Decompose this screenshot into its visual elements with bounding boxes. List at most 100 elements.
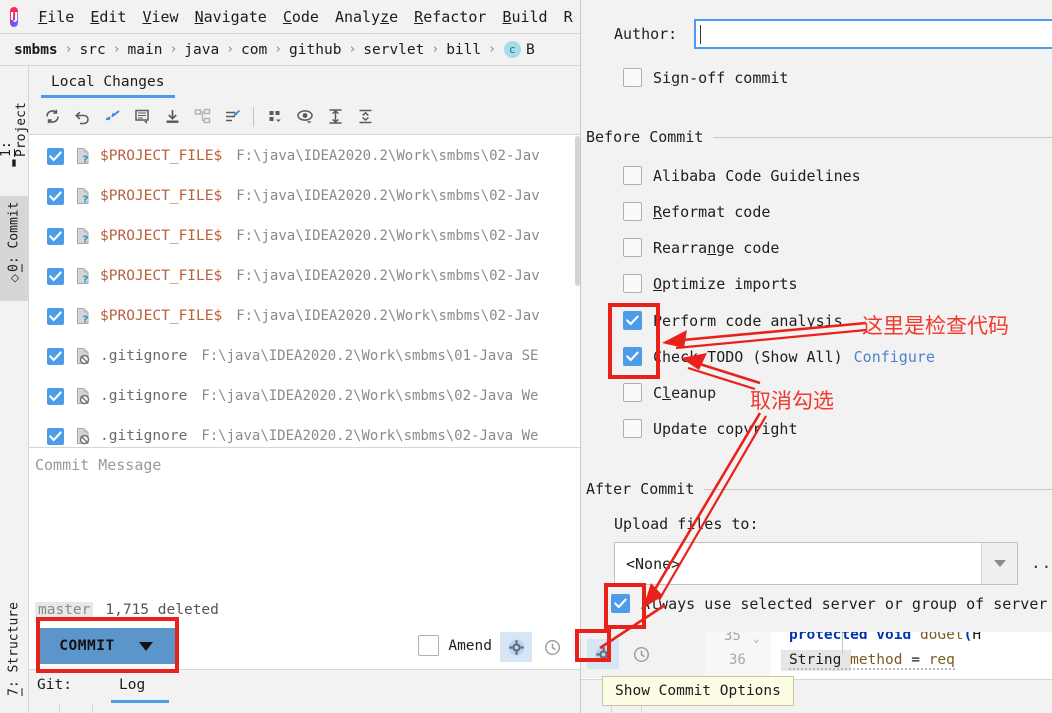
file-checkbox[interactable] xyxy=(47,267,64,285)
menu-navigate[interactable]: Navigate xyxy=(187,6,275,28)
collapse-all-icon[interactable] xyxy=(350,103,380,131)
table-row[interactable]: ? $PROJECT_FILE$ F:\java\IDEA2020.2\Work\s… xyxy=(29,216,580,256)
upload-server-combobox[interactable]: <None> xyxy=(614,542,1018,585)
changes-summary: 1,715 deleted xyxy=(105,602,219,618)
menu-edit[interactable]: Edit xyxy=(82,6,134,28)
sidebar-item-commit[interactable]: ⬦ 0: Commit xyxy=(0,196,28,301)
browse-servers-button[interactable]: ... xyxy=(1031,553,1052,572)
file-checkbox[interactable] xyxy=(47,307,64,325)
code-line-36: String method = req xyxy=(789,652,955,670)
alibaba-code-guidelines-checkbox[interactable] xyxy=(623,166,642,185)
shelve-icon[interactable] xyxy=(97,103,127,131)
cleanup-checkbox[interactable] xyxy=(623,383,642,402)
breadcrumb-item-5[interactable]: github xyxy=(287,42,343,58)
check-todo-checkbox[interactable] xyxy=(623,347,642,366)
expand-options-icon[interactable] xyxy=(260,103,290,131)
menu-analyze[interactable]: Analyze xyxy=(327,6,406,28)
configure-link[interactable]: Configure xyxy=(854,348,935,366)
comment-icon[interactable] xyxy=(127,103,157,131)
move-to-changelist-icon[interactable] xyxy=(217,103,247,131)
commit-options-popup: Author: Sign-off commit Before Commit Al… xyxy=(580,0,1052,632)
breadcrumb-item-1[interactable]: src xyxy=(77,42,107,58)
option-always-use-selected-server[interactable]: Always use selected server or group of s… xyxy=(611,594,1047,613)
table-row[interactable]: .gitignore F:\java\IDEA2020.2\Work\smbms\… xyxy=(29,376,580,416)
breadcrumb-item-class[interactable]: B xyxy=(524,42,537,58)
commit-button[interactable]: COMMIT xyxy=(36,628,176,664)
svg-text:?: ? xyxy=(83,155,89,166)
get-from-vcs-icon[interactable] xyxy=(157,103,187,131)
sidebar-item-project[interactable]: ▮ 1: Project xyxy=(0,74,29,178)
breadcrumb-item-7[interactable]: bill xyxy=(444,42,483,58)
menu-view[interactable]: View xyxy=(134,6,186,28)
ignored-file-icon xyxy=(74,427,92,445)
amend-checkbox[interactable] xyxy=(418,635,440,656)
perform-code-analysis-checkbox[interactable] xyxy=(623,311,642,330)
rollback-icon[interactable] xyxy=(67,103,97,131)
code-fold-icon[interactable]: ⌄ xyxy=(753,632,760,645)
chevron-down-icon[interactable] xyxy=(138,641,153,651)
tab-log[interactable]: Log xyxy=(119,677,145,693)
table-row[interactable]: ? $PROJECT_FILE$ F:\java\IDEA2020.2\Work\s… xyxy=(29,136,580,176)
option-alibaba-code-guidelines[interactable]: Alibaba Code Guidelines xyxy=(623,166,861,185)
table-row[interactable]: ? $PROJECT_FILE$ F:\java\IDEA2020.2\Work\s… xyxy=(29,176,580,216)
breadcrumb-item-3[interactable]: java xyxy=(182,42,221,58)
table-row[interactable]: ? $PROJECT_FILE$ F:\java\IDEA2020.2\Work\s… xyxy=(29,296,580,336)
optimize-imports-checkbox[interactable] xyxy=(623,274,642,293)
expand-all-icon[interactable] xyxy=(320,103,350,131)
table-row[interactable]: ? $PROJECT_FILE$ F:\java\IDEA2020.2\Work\s… xyxy=(29,256,580,296)
unversioned-file-icon: ? xyxy=(74,307,92,326)
file-checkbox[interactable] xyxy=(47,347,64,365)
menu-file[interactable]: File xyxy=(30,6,82,28)
commit-history-button[interactable] xyxy=(536,632,568,662)
author-input[interactable] xyxy=(694,19,1052,49)
reformat-code-label: Reformat code xyxy=(653,202,771,221)
always-use-server-checkbox[interactable] xyxy=(611,594,630,613)
rearrange-code-checkbox[interactable] xyxy=(623,238,642,257)
table-row[interactable]: .gitignore F:\java\IDEA2020.2\Work\smbms\… xyxy=(29,416,580,447)
signoff-commit-checkbox[interactable] xyxy=(623,68,642,87)
option-perform-code-analysis[interactable]: Perform code analysis xyxy=(623,311,843,330)
signoff-commit-option[interactable]: Sign-off commit xyxy=(623,68,788,87)
commit-history-button-duplicate[interactable] xyxy=(625,639,657,669)
menu-run[interactable]: R xyxy=(556,6,580,28)
breadcrumb-item-6[interactable]: servlet xyxy=(361,42,426,58)
option-optimize-imports[interactable]: Optimize imports xyxy=(623,274,798,293)
amend-option[interactable]: Amend xyxy=(418,635,492,656)
file-checkbox[interactable] xyxy=(47,227,64,245)
option-update-copyright[interactable]: Update copyright xyxy=(623,419,798,438)
option-cleanup[interactable]: Cleanup xyxy=(623,383,716,402)
menu-refactor[interactable]: Refactor xyxy=(406,6,494,28)
reformat-code-checkbox[interactable] xyxy=(623,202,642,221)
menu-build[interactable]: Build xyxy=(494,6,555,28)
amend-label: Amend xyxy=(448,637,492,654)
option-reformat-code[interactable]: Reformat code xyxy=(623,202,770,221)
unversioned-file-icon: ? xyxy=(74,147,92,166)
file-path: F:\java\IDEA2020.2\Work\smbms\02-Jav xyxy=(236,308,540,324)
changed-files-list[interactable]: ? $PROJECT_FILE$ F:\java\IDEA2020.2\Work\s… xyxy=(29,136,580,447)
menu-code[interactable]: Code xyxy=(275,6,327,28)
show-commit-options-button-duplicate[interactable] xyxy=(587,639,619,669)
option-rearrange-code[interactable]: Rearrange code xyxy=(623,238,779,257)
table-row[interactable]: .gitignore F:\java\IDEA2020.2\Work\smbms\… xyxy=(29,336,580,376)
group-by-icon[interactable] xyxy=(187,103,217,131)
file-checkbox[interactable] xyxy=(47,147,64,165)
sidebar-item-commit-label: 0: Commit xyxy=(6,202,22,273)
refresh-icon[interactable] xyxy=(37,103,67,131)
update-copyright-label: Update copyright xyxy=(653,419,798,438)
show-commit-options-button[interactable] xyxy=(500,632,532,662)
breadcrumb-item-0[interactable]: smbms xyxy=(0,42,60,58)
tab-local-changes[interactable]: Local Changes xyxy=(41,71,175,96)
breadcrumb-item-2[interactable]: main xyxy=(126,42,165,58)
file-checkbox[interactable] xyxy=(47,427,64,445)
commit-message-editor[interactable]: Commit Message xyxy=(29,447,580,598)
file-checkbox[interactable] xyxy=(47,187,64,205)
sidebar-item-structure[interactable]: 7: Structure xyxy=(0,596,28,713)
combobox-dropdown-button[interactable] xyxy=(981,543,1017,584)
upload-files-label: Upload files to: xyxy=(614,515,759,533)
file-checkbox[interactable] xyxy=(47,387,64,405)
preview-eye-icon[interactable] xyxy=(290,103,320,131)
option-check-todo[interactable]: Check TODO (Show All) Configure xyxy=(623,347,935,366)
before-commit-section-header: Before Commit xyxy=(586,128,1052,146)
breadcrumb-item-4[interactable]: com xyxy=(239,42,269,58)
update-copyright-checkbox[interactable] xyxy=(623,419,642,438)
